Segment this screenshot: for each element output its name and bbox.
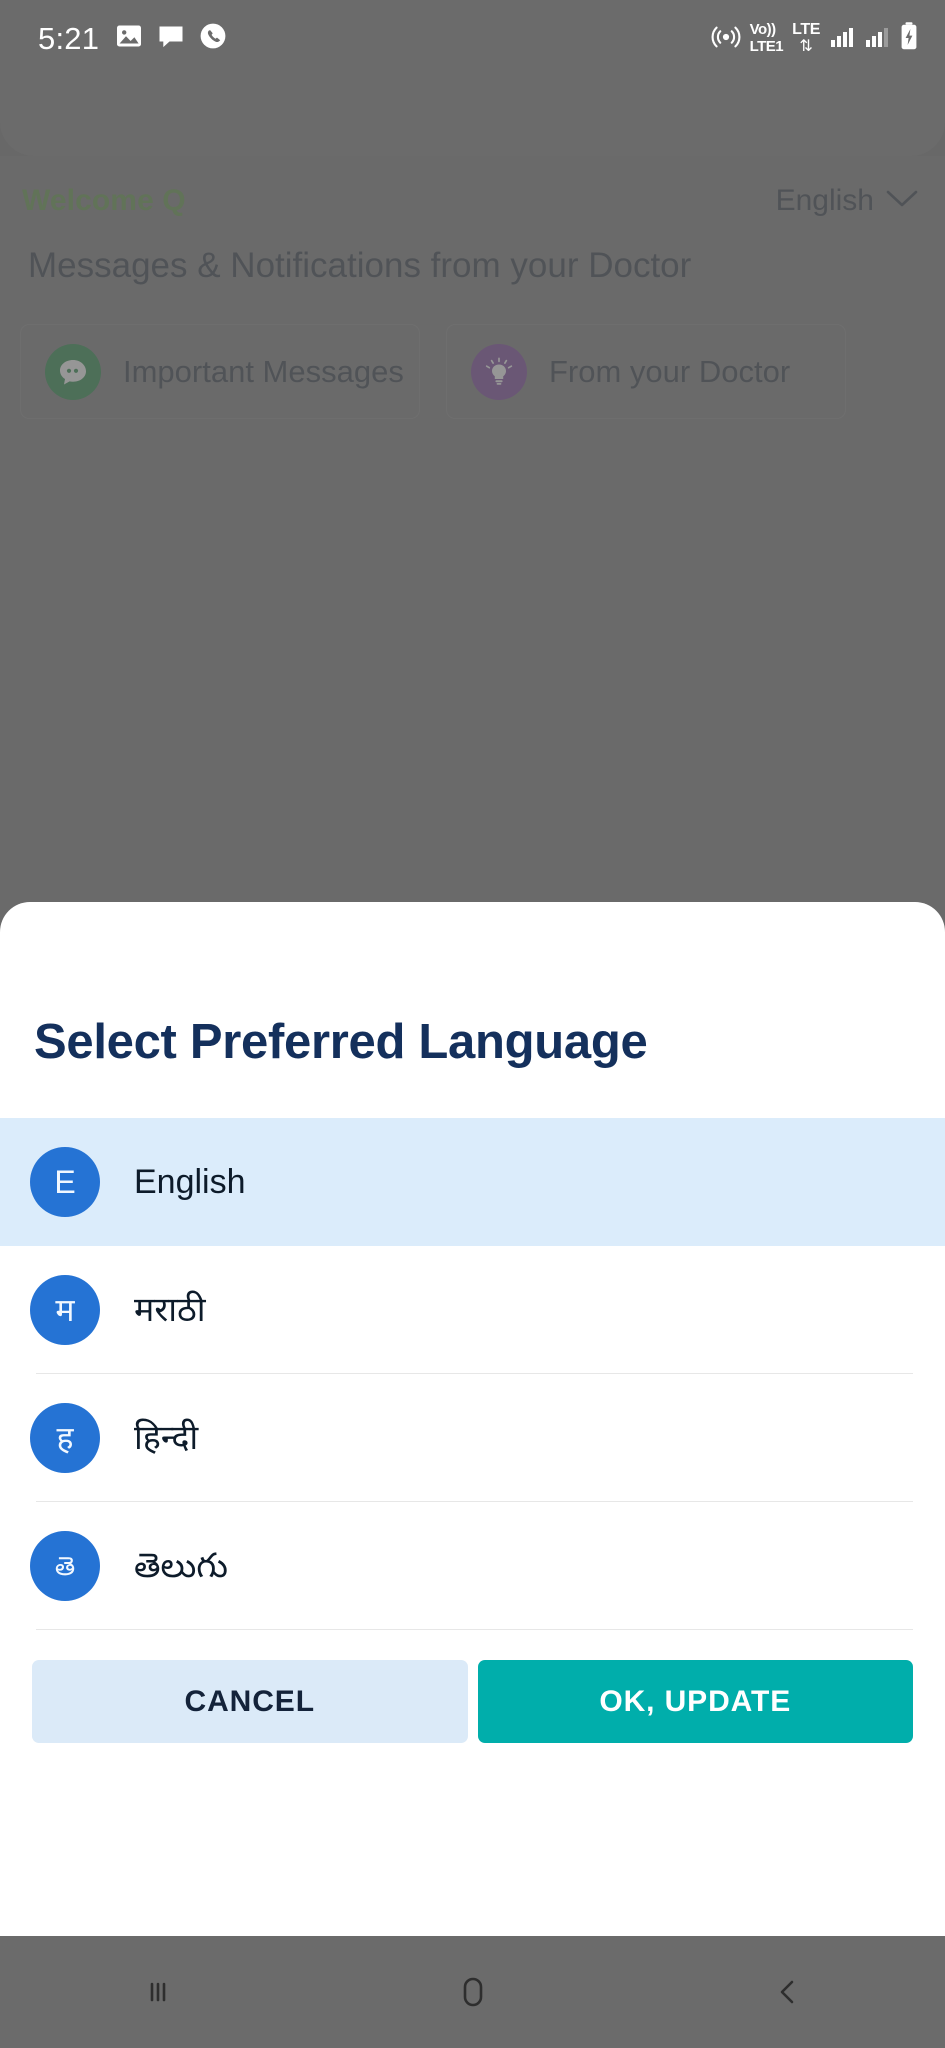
lte-indicator: LTE ⇅ xyxy=(792,20,820,55)
row-divider xyxy=(36,1629,913,1630)
signal-bars-icon xyxy=(864,23,890,54)
language-option-marathi[interactable]: म मराठी xyxy=(0,1246,945,1374)
card-label: From your Doctor xyxy=(549,353,791,389)
chevron-down-icon xyxy=(885,189,919,214)
language-option-hindi[interactable]: ह हिन्दी xyxy=(0,1374,945,1502)
language-list: E English म मराठी ह हिन्दी తె తెలుగు xyxy=(0,1118,945,1630)
system-nav-bar xyxy=(0,1936,945,2048)
recents-icon[interactable] xyxy=(98,1936,218,2048)
sheet-title: Select Preferred Language xyxy=(34,1015,648,1069)
battery-charging-icon xyxy=(899,21,919,56)
lightbulb-icon xyxy=(471,343,527,400)
data-transfer-arrows-icon: ⇅ xyxy=(799,37,813,55)
status-bar-right: Vo)) LTE1 LTE ⇅ xyxy=(711,21,919,56)
avatar: E xyxy=(30,1147,100,1217)
home-icon[interactable] xyxy=(413,1936,533,2048)
welcome-greeting: Welcome Q xyxy=(22,184,186,217)
avatar: ह xyxy=(30,1403,100,1473)
sheet-action-bar: CANCEL OK, UPDATE xyxy=(0,1630,945,1743)
language-name: తెలుగు xyxy=(134,1547,228,1585)
language-name: हिन्दी xyxy=(134,1419,199,1457)
phone-icon xyxy=(199,22,227,55)
info-card-carousel[interactable]: Important Messages From your Doctor xyxy=(0,286,945,419)
avatar: తె xyxy=(30,1531,100,1601)
language-selection-sheet: Select Preferred Language E English म मर… xyxy=(0,902,945,1936)
status-bar: 5:21 Vo)) LTE1 LTE ⇅ xyxy=(0,0,945,156)
language-option-english[interactable]: E English xyxy=(0,1118,945,1246)
cancel-button[interactable]: CANCEL xyxy=(32,1660,468,1743)
gallery-icon xyxy=(115,22,143,55)
status-clock: 5:21 xyxy=(38,20,100,56)
language-name: English xyxy=(134,1163,246,1201)
welcome-row: Welcome Q English xyxy=(0,156,945,218)
signal-bars-icon xyxy=(829,23,855,54)
card-important-messages[interactable]: Important Messages xyxy=(20,324,420,419)
status-bar-left: 5:21 xyxy=(38,22,227,55)
card-label: Important Messages xyxy=(123,353,404,389)
phone-screen: Welcome Q English Messages & Notificatio… xyxy=(0,0,945,2048)
volte-indicator: Vo)) LTE1 xyxy=(749,21,784,55)
language-selector-label: English xyxy=(775,184,874,217)
ok-update-button[interactable]: OK, UPDATE xyxy=(477,1660,913,1743)
chat-bubble-icon xyxy=(45,343,101,400)
language-selector-dropdown[interactable]: English xyxy=(776,184,919,218)
page-title: Messages & Notifications from your Docto… xyxy=(28,246,692,285)
hotspot-icon xyxy=(711,21,741,56)
language-name: मराठी xyxy=(134,1291,206,1329)
avatar: म xyxy=(30,1275,100,1345)
messages-icon xyxy=(157,22,185,55)
language-option-telugu[interactable]: తె తెలుగు xyxy=(0,1502,945,1630)
back-icon[interactable] xyxy=(728,1936,848,2048)
card-from-your-doctor[interactable]: From your Doctor xyxy=(446,324,846,419)
